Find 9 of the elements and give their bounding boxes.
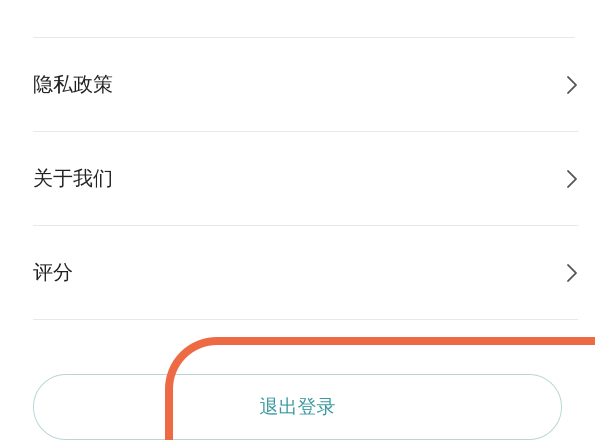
menu-item[interactable]: 评分 — [33, 226, 578, 320]
chevron-right-icon — [566, 262, 578, 282]
menu-item-label: 评分 — [33, 259, 73, 286]
menu-item-label: 隐私政策 — [33, 71, 113, 98]
menu-item[interactable]: 关于我们 — [33, 132, 578, 226]
menu-item-label: 关于我们 — [33, 165, 113, 192]
chevron-right-icon — [566, 74, 578, 94]
chevron-right-icon — [566, 168, 578, 188]
menu-item[interactable]: 隐私政策 — [33, 38, 578, 132]
